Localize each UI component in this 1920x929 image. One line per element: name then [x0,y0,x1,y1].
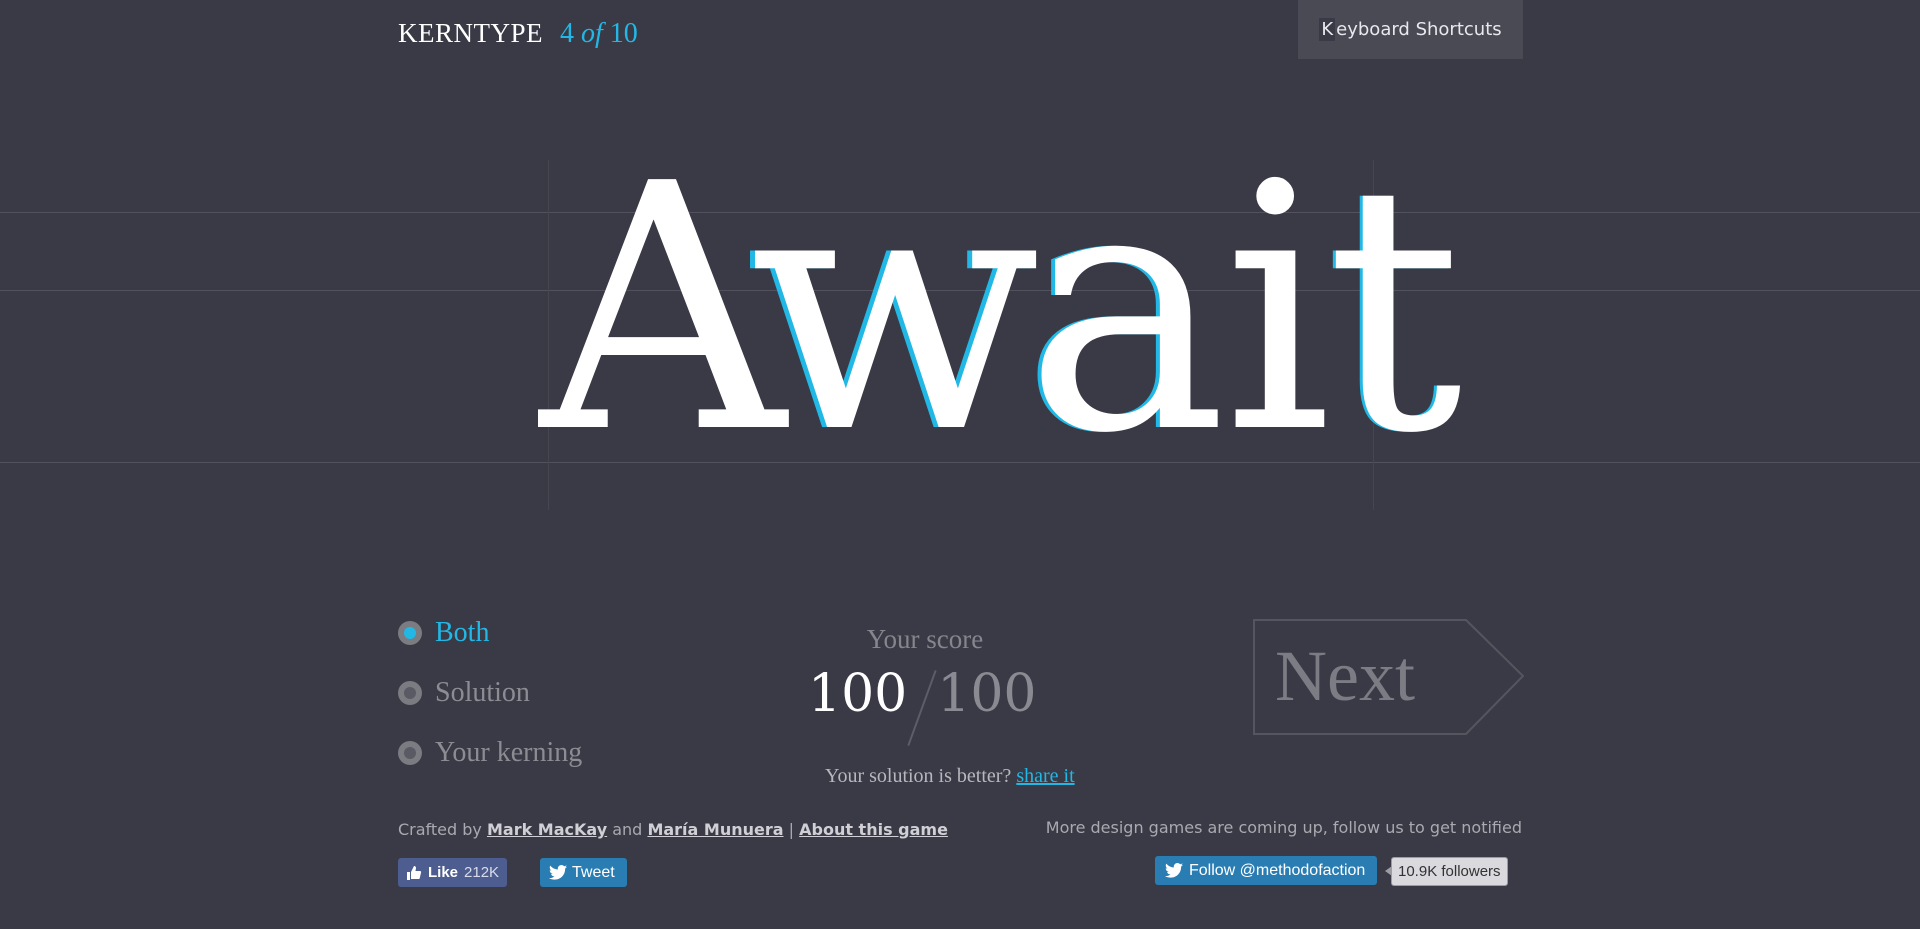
thumbs-up-icon [407,865,422,880]
score-value: 100 [808,664,908,724]
keyboard-key-hint: K [1319,18,1336,41]
progress-total: 10 [609,18,638,49]
better-solution-prompt: Your solution is better? share it [825,765,1075,788]
twitter-bird-icon [549,865,567,880]
view-option-label: Solution [435,677,530,708]
author-link-mark[interactable]: Mark MacKay [487,820,607,839]
score-label: Your score [866,624,984,654]
keyboard-shortcuts-label: eyboard Shortcuts [1336,19,1502,40]
view-option-solution[interactable]: Solution [398,677,530,709]
like-count: 212K [464,864,500,881]
better-solution-text: Your solution is better? [825,765,1012,787]
view-option-label: Your kerning [435,737,583,768]
score-display: 100 100 [808,654,1037,746]
letter-i[interactable]: i [1223,140,1332,480]
share-link[interactable]: share it [1016,765,1074,787]
next-button[interactable]: Next [1253,619,1524,735]
view-option-your-kerning[interactable]: Your kerning [398,737,582,769]
facebook-like-button[interactable]: Like 212K [398,858,508,887]
keyboard-shortcuts-button[interactable]: Keyboard Shortcuts [1298,0,1523,59]
progress-of: of [581,18,603,49]
kerning-word: Await [540,140,1463,480]
crafted-by-text: Crafted by [398,820,482,839]
tweet-label: Tweet [572,863,615,881]
radio-icon[interactable] [398,681,422,705]
author-link-maria[interactable]: María Munuera [647,820,783,839]
tweet-button[interactable]: Tweet [540,858,627,887]
game-page: KERNTYPE 4 of 10 Keyboard Shortcuts Awai… [0,0,1920,929]
twitter-follow-button[interactable]: Follow @methodofaction [1155,856,1378,885]
follow-label: Follow @methodofaction [1189,861,1366,879]
radio-icon[interactable] [398,741,422,765]
score-divider [907,670,937,746]
brand-logo[interactable]: KERNTYPE [398,18,543,49]
credits: Crafted by Mark MacKay and María Munuera… [398,820,948,839]
letter-w[interactable]: w [750,140,1041,480]
letter-t[interactable]: t [1326,140,1463,480]
view-option-both[interactable]: Both [398,617,489,649]
radio-icon[interactable] [398,621,422,645]
level-progress: 4 of 10 [560,18,638,50]
view-option-label: Both [435,617,490,648]
twitter-bird-icon [1165,863,1183,878]
and-text: and [612,820,643,839]
next-label: Next [1275,636,1415,716]
separator: | [788,820,795,839]
like-label: Like [428,864,459,881]
score-total: 100 [937,664,1037,724]
letter-a[interactable]: a [1025,140,1228,480]
coming-soon-text: More design games are coming up, follow … [1045,818,1522,837]
progress-current: 4 [560,18,574,49]
followers-count[interactable]: 10.9K followers [1385,857,1508,886]
about-link[interactable]: About this game [799,820,948,839]
